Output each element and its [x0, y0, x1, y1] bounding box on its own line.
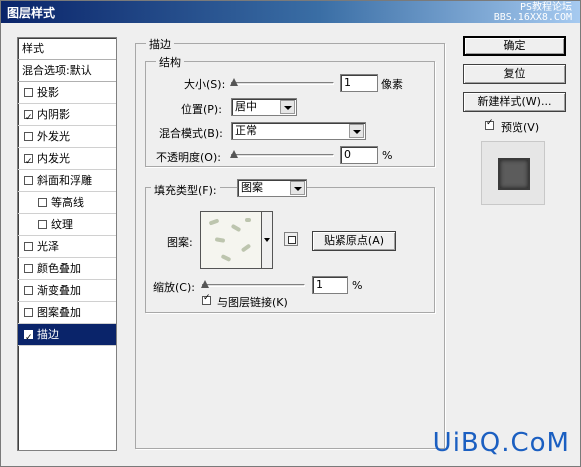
opacity-slider[interactable] [230, 149, 334, 161]
blend-options-item[interactable]: 混合选项:默认 [18, 60, 116, 82]
pattern-texture-mark [208, 218, 220, 226]
structure-group-title: 结构 [156, 54, 184, 70]
style-item[interactable]: 渐变叠加 [18, 280, 116, 302]
chevron-down-icon[interactable] [280, 100, 295, 114]
style-item-label: 描边 [37, 327, 59, 341]
style-preview [481, 141, 545, 205]
style-item-label: 内发光 [37, 151, 70, 165]
style-item-label: 图案叠加 [37, 305, 81, 319]
pattern-picker-dropdown[interactable] [262, 211, 273, 269]
style-item-label: 颜色叠加 [37, 261, 81, 275]
style-item-label: 投影 [37, 85, 59, 99]
size-slider-track [231, 82, 334, 85]
title-watermark-line-2: BBS.16XX8.COM [493, 12, 572, 23]
style-item-label: 外发光 [37, 129, 70, 143]
chevron-down-icon[interactable] [290, 181, 305, 195]
fill-type-select[interactable]: 图案 [237, 179, 307, 197]
opacity-slider-track [231, 154, 334, 157]
fill-type-select-value: 图案 [241, 181, 263, 194]
opacity-input[interactable]: 0 [340, 146, 378, 164]
pattern-texture-mark [214, 237, 226, 243]
style-item-checkbox[interactable] [24, 308, 33, 317]
style-list: 样式 混合选项:默认 投影内阴影外发光内发光斜面和浮雕等高线纹理光泽颜色叠加渐变… [17, 37, 117, 451]
style-item-label: 渐变叠加 [37, 283, 81, 297]
layer-style-dialog: 图层样式 PS教程论坛 BBS.16XX8.COM 样式 混合选项:默认 投影内… [0, 0, 581, 467]
opacity-label: 不透明度(O): [156, 151, 221, 164]
style-items: 投影内阴影外发光内发光斜面和浮雕等高线纹理光泽颜色叠加渐变叠加图案叠加描边 [18, 82, 116, 349]
scale-label: 缩放(C): [153, 281, 195, 294]
style-item[interactable]: 图案叠加 [18, 302, 116, 324]
style-item-checkbox[interactable] [24, 107, 33, 129]
scale-slider-thumb[interactable] [201, 280, 209, 288]
pattern-label: 图案: [167, 236, 193, 249]
preview-checkbox[interactable] [485, 118, 494, 130]
style-item[interactable]: 投影 [18, 82, 116, 104]
style-list-header[interactable]: 样式 [18, 38, 116, 60]
preview-thumbnail [498, 158, 530, 190]
style-item-checkbox[interactable] [24, 286, 33, 295]
style-item-label: 内阴影 [37, 107, 70, 121]
fill-type-label: 填充类型(F): [151, 182, 220, 198]
blend-mode-select[interactable]: 正常 [231, 122, 366, 140]
scale-unit: % [352, 279, 363, 292]
style-item-checkbox[interactable] [24, 176, 33, 185]
chevron-down-icon[interactable] [349, 124, 364, 138]
opacity-slider-thumb[interactable] [230, 150, 238, 158]
link-with-layer-label: 与图层链接(K) [217, 296, 288, 309]
ok-button[interactable]: 确定 [463, 36, 566, 56]
style-item[interactable]: 斜面和浮雕 [18, 170, 116, 192]
style-item[interactable]: 颜色叠加 [18, 258, 116, 280]
size-label: 大小(S): [184, 78, 226, 91]
reset-button[interactable]: 复位 [463, 64, 566, 84]
stroke-group-title: 描边 [146, 36, 174, 52]
style-item[interactable]: 内阴影 [18, 104, 116, 129]
style-item-checkbox[interactable] [24, 88, 33, 97]
blend-mode-select-value: 正常 [235, 124, 257, 137]
style-item[interactable]: 纹理 [18, 214, 116, 236]
scale-slider[interactable] [201, 279, 305, 291]
link-with-layer-checkbox[interactable] [202, 293, 211, 305]
style-item-checkbox[interactable] [38, 220, 47, 229]
style-item-checkbox[interactable] [24, 151, 33, 173]
title-watermark: PS教程论坛 BBS.16XX8.COM [494, 3, 572, 23]
style-item[interactable]: 内发光 [18, 148, 116, 173]
size-unit: 像素 [381, 78, 403, 91]
preview-label: 预览(V) [501, 121, 540, 134]
pattern-texture-mark [220, 254, 232, 262]
scale-slider-track [202, 284, 305, 287]
position-select[interactable]: 居中 [231, 98, 297, 116]
style-item-label: 等高线 [51, 195, 84, 209]
style-item[interactable]: 等高线 [18, 192, 116, 214]
pattern-texture-mark [230, 223, 242, 233]
scale-input[interactable]: 1 [312, 276, 348, 294]
style-item-checkbox[interactable] [24, 242, 33, 251]
site-watermark: UiBQ.CoM [432, 428, 570, 458]
style-item-label: 斜面和浮雕 [37, 173, 92, 187]
style-item-checkbox[interactable] [24, 264, 33, 273]
opacity-unit: % [382, 149, 393, 162]
style-item-checkbox[interactable] [24, 132, 33, 141]
style-item-checkbox[interactable] [24, 327, 33, 349]
position-label: 位置(P): [181, 103, 222, 116]
title-bar[interactable]: 图层样式 PS教程论坛 BBS.16XX8.COM [1, 1, 580, 23]
new-style-button[interactable]: 新建样式(W)... [463, 92, 566, 112]
position-select-value: 居中 [235, 100, 257, 113]
snap-to-origin-button[interactable]: 贴紧原点(A) [312, 231, 396, 251]
style-item[interactable]: 描边 [18, 324, 116, 349]
new-preset-icon[interactable] [284, 232, 298, 246]
style-item-checkbox[interactable] [38, 198, 47, 207]
pattern-texture-mark [245, 218, 251, 222]
blend-mode-label: 混合模式(B): [159, 127, 223, 140]
size-slider-thumb[interactable] [230, 78, 238, 86]
size-input[interactable]: 1 [340, 74, 378, 92]
window-title: 图层样式 [7, 6, 56, 20]
pattern-texture-mark [240, 243, 252, 253]
pattern-swatch[interactable] [200, 211, 262, 269]
size-slider[interactable] [230, 77, 334, 89]
style-item-label: 纹理 [51, 217, 73, 231]
style-item[interactable]: 光泽 [18, 236, 116, 258]
style-item[interactable]: 外发光 [18, 126, 116, 148]
style-item-label: 光泽 [37, 239, 59, 253]
